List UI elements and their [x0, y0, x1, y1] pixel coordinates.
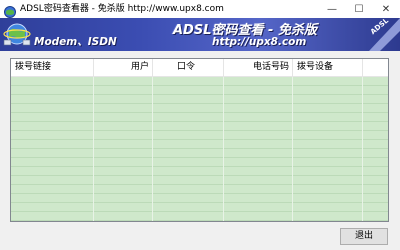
- window-title: ADSL密码查看器 - 免杀版 http://www.upx8.com: [20, 4, 224, 14]
- list-body[interactable]: [11, 77, 388, 221]
- column-header-phone[interactable]: 电话号码: [224, 59, 293, 76]
- column-header-device[interactable]: 拨号设备: [293, 59, 363, 76]
- app-window: ADSL密码查看器 - 免杀版 http://www.upx8.com — ☐ …: [0, 0, 400, 250]
- title-bar: ADSL密码查看器 - 免杀版 http://www.upx8.com — ☐ …: [0, 0, 400, 18]
- minimize-button[interactable]: —: [319, 0, 345, 18]
- column-divider: [223, 77, 224, 221]
- app-icon: [4, 3, 16, 18]
- column-header-password[interactable]: 口令: [153, 59, 224, 76]
- maximize-button[interactable]: ☐: [346, 0, 372, 18]
- column-header-extra[interactable]: [363, 59, 388, 76]
- list-header: 拨号链接 用户 口令 电话号码 拨号设备: [11, 59, 388, 77]
- close-button[interactable]: ✕: [373, 0, 399, 18]
- column-divider: [152, 77, 153, 221]
- header-banner: Modem、ISDN ADSL密码查看 - 免杀版 http://upx8.co…: [0, 18, 400, 51]
- column-header-connection[interactable]: 拨号链接: [11, 59, 94, 76]
- column-divider: [93, 77, 94, 221]
- column-divider: [362, 77, 363, 221]
- banner-modem-text: Modem、ISDN: [34, 36, 117, 48]
- exit-button[interactable]: 退出: [340, 228, 388, 245]
- banner-url: http://upx8.com: [212, 36, 307, 48]
- column-header-user[interactable]: 用户: [94, 59, 153, 76]
- column-divider: [292, 77, 293, 221]
- globe-network-icon: [3, 21, 31, 48]
- account-list[interactable]: 拨号链接 用户 口令 电话号码 拨号设备: [10, 58, 389, 222]
